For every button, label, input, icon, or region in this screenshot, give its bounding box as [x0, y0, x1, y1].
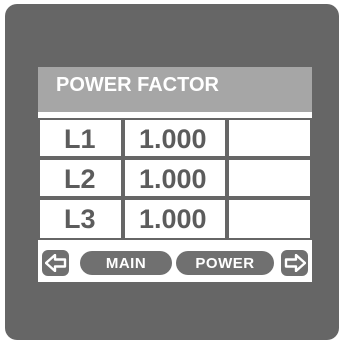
row-l3-value: 1.000 [125, 200, 225, 238]
title-bar: POWER FACTOR [38, 67, 312, 112]
row-l2-label: L2 [40, 160, 121, 196]
row-l2-value: 1.000 [125, 160, 225, 196]
main-button[interactable]: MAIN [80, 251, 172, 275]
row-l3-empty-cell [229, 200, 310, 238]
power-factor-table: L1 1.000 L2 1.000 L3 1.000 [38, 118, 312, 240]
arrow-left-icon [44, 254, 66, 272]
row-l3-label: L3 [40, 200, 121, 238]
navigation-bar: MAIN POWER [38, 246, 312, 282]
row-l1-label: L1 [40, 120, 121, 156]
row-l1-value: 1.000 [125, 120, 225, 156]
row-l1-empty-cell [229, 120, 310, 156]
arrow-right-icon [284, 254, 306, 272]
power-button[interactable]: POWER [176, 251, 274, 275]
screen-title: POWER FACTOR [56, 74, 219, 96]
previous-button[interactable] [42, 250, 69, 276]
next-button[interactable] [281, 250, 308, 276]
display-screen: POWER FACTOR L1 1.000 L2 1.000 L3 1.000 … [38, 67, 312, 282]
row-l2-empty-cell [229, 160, 310, 196]
